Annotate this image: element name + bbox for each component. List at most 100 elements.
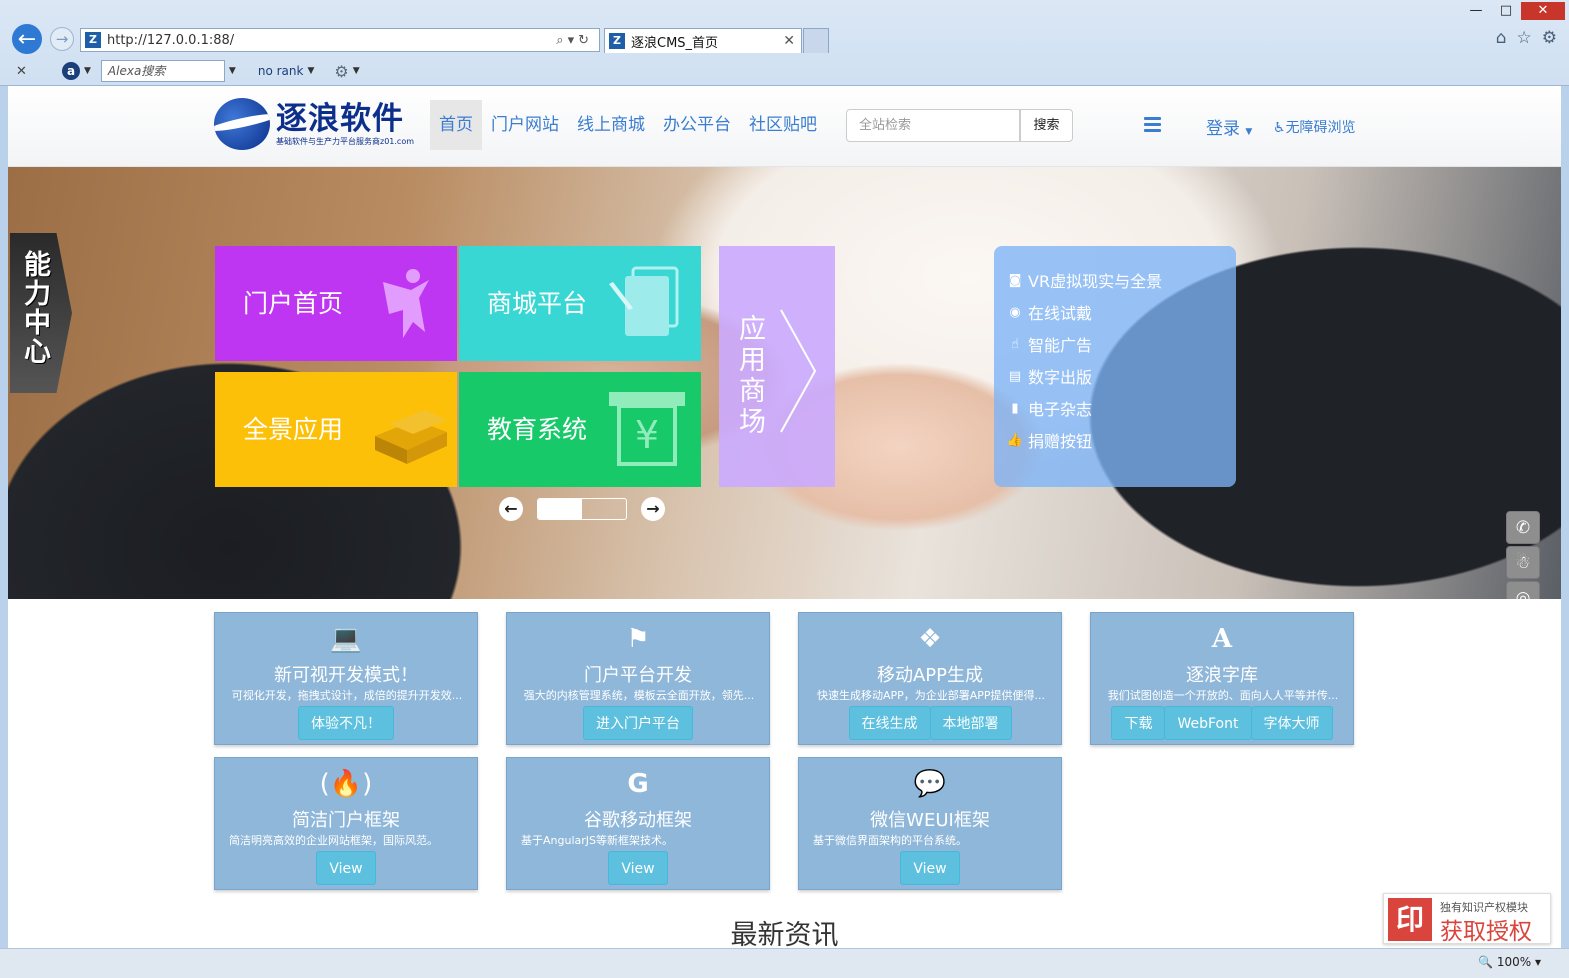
search-refresh-icon[interactable]: ⌕▾↻ xyxy=(556,33,593,48)
site-search-button[interactable]: 搜索 xyxy=(1020,109,1073,142)
card-desc: 基于AngularJS等新框架技术。 xyxy=(521,834,673,847)
tile-label: 商城平台 xyxy=(487,289,588,318)
card-title: 简洁门户框架 xyxy=(292,810,400,831)
feature-link-smart-ads[interactable]: ☝ 智能广告 xyxy=(994,328,1236,360)
card-button[interactable]: View xyxy=(316,851,376,885)
home-icon[interactable]: ⌂ xyxy=(1496,28,1507,48)
alexa-search-input[interactable]: Alexa搜索 xyxy=(100,60,225,82)
dancer-icon xyxy=(383,269,429,338)
alexa-dropdown-icon[interactable]: ▼ xyxy=(84,66,91,76)
tile-label: 全景应用 xyxy=(243,415,344,444)
feature-link-vr[interactable]: ◙ VR虚拟现实与全景 xyxy=(994,264,1236,296)
tile-mall-platform[interactable]: 商城平台 xyxy=(459,246,701,361)
gold-bars-icon xyxy=(375,410,447,464)
qq-icon[interactable]: ☃ xyxy=(1506,546,1540,579)
card-button[interactable]: 进入门户平台 xyxy=(583,706,693,740)
license-badge[interactable]: 印 独有知识产权模块 获取授权 xyxy=(1383,893,1551,945)
browser-tab[interactable]: Z 逐浪CMS_首页 ✕ xyxy=(604,28,802,53)
slider-prev-icon[interactable]: ← xyxy=(499,497,523,521)
alexa-search-dropdown-icon[interactable]: ▼ xyxy=(229,66,236,76)
window-controls: — □ ✕ xyxy=(1461,2,1565,20)
gear-dropdown-icon[interactable]: ▼ xyxy=(353,66,360,76)
chevron-right-icon xyxy=(780,309,817,433)
hamburger-menu-icon[interactable] xyxy=(1144,117,1161,135)
license-title: 获取授权 xyxy=(1440,919,1532,945)
accessibility-link[interactable]: ♿无障碍浏览 xyxy=(1273,117,1356,137)
card-button[interactable]: 字体大师 xyxy=(1250,706,1333,740)
nav-forum[interactable]: 社区贴吧 xyxy=(740,100,826,150)
card-button[interactable]: 在线生成 xyxy=(848,706,931,740)
back-button[interactable]: ← xyxy=(10,22,44,56)
settings-gear-icon[interactable]: ⚙ xyxy=(1542,28,1557,48)
tab-close-icon[interactable]: ✕ xyxy=(783,33,795,49)
svg-text:¥: ¥ xyxy=(635,413,659,457)
tile-education-system[interactable]: 教育系统 ¥ xyxy=(459,372,701,487)
feature-link-digital-publishing[interactable]: ▤ 数字出版 xyxy=(994,360,1236,392)
slider-next-icon[interactable]: → xyxy=(641,497,665,521)
card-google-mobile: G 谷歌移动框架 基于AngularJS等新框架技术。 View xyxy=(506,757,770,890)
alexa-toolbar: ✕ a ▼ Alexa搜索 ▼ no rank ▼ ⚙ ▼ xyxy=(0,57,1569,85)
site-logo[interactable]: 逐浪软件 基础软件与生产力平台服务商z01.com xyxy=(214,98,414,150)
vr-goggles-icon: ◙ xyxy=(1008,272,1022,288)
card-button[interactable]: WebFont xyxy=(1164,706,1252,740)
zoom-control[interactable]: 🔍 100% ▾ xyxy=(1478,955,1541,969)
card-portal-dev: ⚑ 门户平台开发 强大的内核管理系统，模板云全面开放，领先... 进入门户平台 xyxy=(506,612,770,745)
documents-pencil-icon xyxy=(609,266,679,336)
tile-panorama-apps[interactable]: 全景应用 xyxy=(215,372,457,487)
tile-label: 门户首页 xyxy=(243,289,344,318)
toolbar-close-icon[interactable]: ✕ xyxy=(16,64,34,79)
card-button[interactable]: View xyxy=(900,851,960,885)
tile-app-store[interactable]: 应用商场 xyxy=(719,246,835,487)
card-button[interactable]: 本地部署 xyxy=(929,706,1012,740)
phone-icon[interactable]: ✆ xyxy=(1506,511,1540,544)
alexa-rank[interactable]: no rank xyxy=(258,64,304,78)
card-title: 逐浪字库 xyxy=(1186,665,1258,686)
favorites-star-icon[interactable]: ☆ xyxy=(1517,28,1532,48)
alexa-icon[interactable]: a xyxy=(62,62,80,80)
feature-link-e-magazine[interactable]: ▮ 电子杂志 xyxy=(994,392,1236,424)
page-viewport: 逐浪软件 基础软件与生产力平台服务商z01.com 首页 门户网站 线上商城 办… xyxy=(8,86,1561,948)
browser-right-icons: ⌂ ☆ ⚙ xyxy=(1496,28,1557,48)
card-desc: 简洁明亮高效的企业网站框架，国际风范。 xyxy=(229,834,438,847)
login-label: 登录 xyxy=(1206,119,1240,139)
feature-link-donate[interactable]: 👍 捐赠按钮 xyxy=(994,424,1236,456)
nav-portal[interactable]: 门户网站 xyxy=(482,100,568,150)
close-window-icon[interactable]: ✕ xyxy=(1521,2,1565,20)
card-button[interactable]: 下载 xyxy=(1111,706,1166,740)
tile-portal-home[interactable]: 门户首页 xyxy=(215,246,457,361)
nav-home[interactable]: 首页 xyxy=(430,100,482,150)
feature-label: 捐赠按钮 xyxy=(1028,432,1093,451)
capability-center-tab[interactable]: 能力中心 xyxy=(10,233,72,393)
accessibility-label: 无障碍浏览 xyxy=(1285,120,1356,136)
zoom-icon: 🔍 xyxy=(1478,955,1494,969)
site-search-input[interactable]: 全站检索 xyxy=(846,109,1020,142)
tile-label: 教育系统 xyxy=(487,415,588,444)
card-desc: 可视化开发，拖拽式设计，成倍的提升开发效... xyxy=(231,689,463,702)
new-tab-button[interactable] xyxy=(803,28,829,53)
thumbs-up-icon: 👍 xyxy=(1006,432,1024,448)
card-title: 移动APP生成 xyxy=(876,665,984,686)
logo-mark-icon xyxy=(214,98,270,150)
forward-button[interactable]: → xyxy=(50,27,74,51)
card-font-library: A 逐浪字库 我们试图创造一个开放的、面向人人平等并传... 下载 WebFon… xyxy=(1090,612,1354,745)
feature-list-panel: ◙ VR虚拟现实与全景 ◉ 在线试戴 ☝ 智能广告 ▤ 数字出版 ▮ 电子杂志 👍 捐赠按钮 xyxy=(994,246,1236,487)
address-text[interactable]: http://127.0.0.1:88/ xyxy=(107,33,234,48)
login-dropdown[interactable]: 登录 ▼ xyxy=(1206,114,1252,139)
feature-link-try-on[interactable]: ◉ 在线试戴 xyxy=(994,296,1236,328)
wechat-float-icon[interactable]: ◎ xyxy=(1506,581,1540,599)
card-button[interactable]: 体验不凡！ xyxy=(298,706,394,740)
address-bar[interactable]: Z http://127.0.0.1:88/ ⌕▾↻ xyxy=(80,28,600,52)
rank-dropdown-icon[interactable]: ▼ xyxy=(307,66,314,76)
nav-mall[interactable]: 线上商城 xyxy=(568,100,654,150)
fire-icon: (🔥) xyxy=(319,769,373,799)
tab-title: 逐浪CMS_首页 xyxy=(631,35,719,51)
toolbar-gear-icon[interactable]: ⚙ xyxy=(334,62,348,81)
latest-news-heading: 最新资讯 xyxy=(730,920,839,948)
floating-contact-bar: ✆ ☃ ◎ ✎ ▦ xyxy=(1506,511,1540,599)
nav-office[interactable]: 办公平台 xyxy=(654,100,740,150)
card-button[interactable]: View xyxy=(608,851,668,885)
maximize-icon[interactable]: □ xyxy=(1491,2,1521,20)
minimize-icon[interactable]: — xyxy=(1461,2,1491,20)
slider-progress[interactable] xyxy=(537,498,627,520)
card-desc: 我们试图创造一个开放的、面向人人平等并传... xyxy=(1107,689,1339,702)
